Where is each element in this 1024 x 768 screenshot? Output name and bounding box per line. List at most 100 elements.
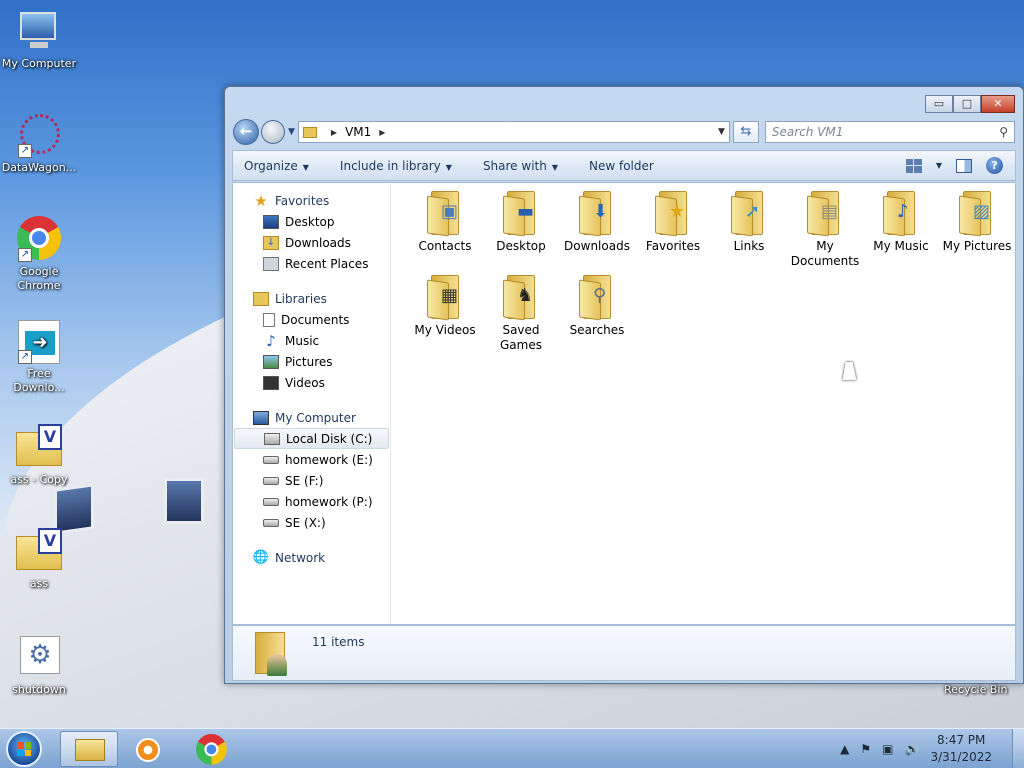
folder-item-desktop[interactable]: ▬ Desktop <box>483 187 559 271</box>
help-icon[interactable]: ? <box>986 157 1003 174</box>
nav-homework-e[interactable]: homework (E:) <box>233 449 390 470</box>
folder-item-links[interactable]: ➚ Links <box>711 187 787 271</box>
desktop-icon-label: Google Chrome <box>17 265 61 292</box>
breadcrumb-vm1[interactable]: VM1 <box>345 125 371 139</box>
content-area: ★ Favorites Desktop ↓ Downloads Recent Pla… <box>232 182 1016 625</box>
folder-item-downloads[interactable]: ⬇ Downloads <box>559 187 635 271</box>
network-icon[interactable]: ▣ <box>882 742 893 756</box>
back-arrow-icon: ← <box>239 122 253 140</box>
taskbar-explorer-button[interactable] <box>60 731 118 767</box>
explorer-window: ▭ □ ✕ ← ▼ ▶ VM1 ▶ ▼ ⇆ Search VM1 ⚲ Organ… <box>224 86 1024 684</box>
forward-button[interactable] <box>261 120 285 144</box>
folder-item-my-pictures[interactable]: ▨ My Pictures <box>939 187 1015 271</box>
folder-item-label: My Videos <box>414 323 476 337</box>
breadcrumb-arrow-icon[interactable]: ▶ <box>331 128 337 137</box>
maximize-button[interactable]: □ <box>953 95 981 113</box>
drive-icon <box>263 497 279 506</box>
folder-icon <box>302 126 317 138</box>
nav-network[interactable]: 🌐 Network <box>233 547 390 568</box>
nav-downloads[interactable]: ↓ Downloads <box>233 232 390 253</box>
network-icon: 🌐 <box>252 550 270 565</box>
folder-item-label: Desktop <box>496 239 546 253</box>
address-dropdown-icon[interactable]: ▼ <box>718 127 725 137</box>
search-box[interactable]: Search VM1 ⚲ <box>764 121 1015 143</box>
nav-se-x[interactable]: SE (X:) <box>233 512 390 533</box>
desktop-icon-ass-copy[interactable]: V ass - Copy <box>0 424 78 487</box>
navigation-pane: ★ Favorites Desktop ↓ Downloads Recent Pla… <box>233 183 391 624</box>
nav-desktop[interactable]: Desktop <box>233 211 390 232</box>
desktop-icon-free-download[interactable]: ➜ ↗ Free Downlo... <box>0 318 78 395</box>
nav-pictures[interactable]: Pictures <box>233 351 390 372</box>
taskbar-chrome-button[interactable] <box>184 731 242 767</box>
show-desktop-button[interactable] <box>1012 729 1024 768</box>
music-icon: ♪ <box>883 191 919 237</box>
folder-item-searches[interactable]: ⚲ Searches <box>559 271 635 355</box>
desktop-icon-shutdown[interactable]: ⚙ shutdown <box>0 634 78 697</box>
nav-documents[interactable]: Documents <box>233 309 390 330</box>
pictures-icon <box>263 354 279 369</box>
action-center-icon[interactable]: ⚑ <box>860 742 871 756</box>
recent-pages-dropdown[interactable]: ▼ <box>288 127 295 137</box>
close-button[interactable]: ✕ <box>981 95 1015 113</box>
search-icon[interactable]: ⚲ <box>999 125 1008 139</box>
links-icon: ➚ <box>731 191 767 237</box>
start-button[interactable] <box>6 731 42 767</box>
gear-icon: ⚙ <box>16 634 62 680</box>
include-in-library-button[interactable]: Include in library ▼ <box>340 159 452 173</box>
shortcut-arrow-icon: ↗ <box>18 144 32 158</box>
nav-homework-p[interactable]: homework (P:) <box>233 491 390 512</box>
desktop-icon-google-chrome[interactable]: ↗ Google Chrome <box>0 216 78 293</box>
volume-icon[interactable]: 🔊 <box>905 742 920 756</box>
back-button[interactable]: ← <box>233 119 259 145</box>
computer-icon <box>16 8 62 54</box>
details-pane: 11 items <box>232 625 1016 681</box>
desktop-icon-ass[interactable]: V ass <box>0 528 78 591</box>
contacts-icon: ▣ <box>427 191 463 237</box>
folder-item-favorites[interactable]: ★ Favorites <box>635 187 711 271</box>
folder-item-my-videos[interactable]: ▦ My Videos <box>407 271 483 355</box>
games-icon: ♞ <box>503 275 539 321</box>
folder-item-label: My Documents <box>790 239 860 268</box>
view-options-chevron-icon[interactable]: ▼ <box>936 161 942 170</box>
nav-my-computer[interactable]: My Computer <box>233 407 390 428</box>
system-tray: ▲ ⚑ ▣ 🔊 8:47 PM 3/31/2022 <box>840 729 1024 768</box>
nav-local-disk-c[interactable]: Local Disk (C:) <box>234 428 389 449</box>
nav-favorites[interactable]: ★ Favorites <box>233 190 390 211</box>
nav-se-f[interactable]: SE (F:) <box>233 470 390 491</box>
show-hidden-icons[interactable]: ▲ <box>840 742 849 756</box>
share-with-button[interactable]: Share with ▼ <box>483 159 558 173</box>
folder-item-saved-games[interactable]: ♞ Saved Games <box>483 271 559 355</box>
clock[interactable]: 8:47 PM 3/31/2022 <box>930 732 992 766</box>
taskbar-media-player-button[interactable] <box>120 731 178 767</box>
breadcrumb-arrow-icon[interactable]: ▶ <box>379 128 385 137</box>
folder-item-label: Contacts <box>418 239 472 253</box>
downloads-icon: ↓ <box>263 235 279 250</box>
folder-icon <box>75 739 105 761</box>
organize-button[interactable]: Organize ▼ <box>244 159 309 173</box>
desktop-icon-my-computer[interactable]: My Computer <box>0 8 78 71</box>
nav-libraries[interactable]: Libraries <box>233 288 390 309</box>
desktop-icon-recycle-bin[interactable]: Recycle Bin <box>944 683 1007 696</box>
desktop-icon-label: shutdown <box>12 683 66 696</box>
minimize-button[interactable]: ▭ <box>925 95 953 113</box>
command-bar: Organize ▼ Include in library ▼ Share with… <box>232 150 1016 181</box>
folder-item-label: My Music <box>873 239 929 253</box>
wallpaper-window <box>164 478 204 524</box>
nav-recent-places[interactable]: Recent Places <box>233 253 390 274</box>
desktop-icon-label: ass - Copy <box>10 473 68 486</box>
folder-item-my-documents[interactable]: ▤ My Documents <box>787 187 863 271</box>
change-view-icon[interactable] <box>905 158 922 173</box>
desktop-icon <box>263 214 279 229</box>
nav-videos[interactable]: Videos <box>233 372 390 393</box>
desktop-icon-datawagon[interactable]: ↗ DataWagon... <box>0 112 78 175</box>
drive-icon <box>263 476 279 485</box>
nav-music[interactable]: ♪ Music <box>233 330 390 351</box>
folder-item-my-music[interactable]: ♪ My Music <box>863 187 939 271</box>
preview-pane-icon[interactable] <box>956 158 972 173</box>
address-bar[interactable]: ▶ VM1 ▶ ▼ <box>297 121 730 143</box>
clock-date: 3/31/2022 <box>930 750 992 764</box>
refresh-button[interactable]: ⇆ <box>732 121 759 143</box>
folder-item-contacts[interactable]: ▣ Contacts <box>407 187 483 271</box>
new-folder-button[interactable]: New folder <box>589 159 654 173</box>
folder-item-label: Searches <box>569 323 625 337</box>
